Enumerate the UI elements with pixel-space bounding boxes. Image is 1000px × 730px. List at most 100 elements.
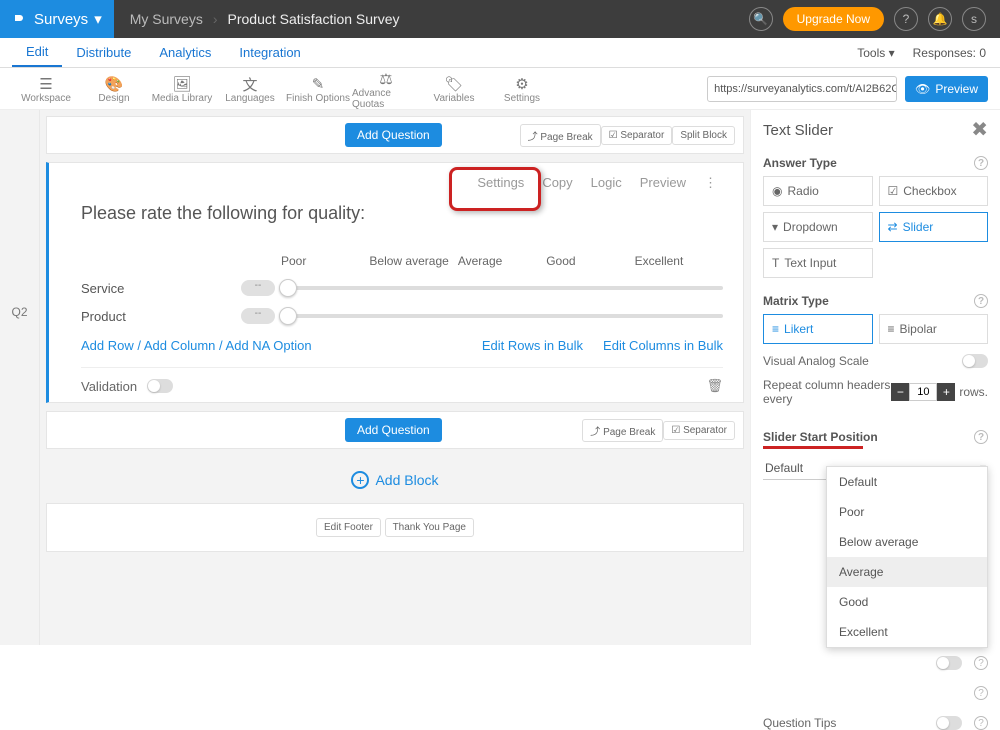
add-na-link[interactable]: Add NA Option xyxy=(226,338,312,353)
stepper-plus[interactable]: + xyxy=(937,383,955,401)
slider-track[interactable] xyxy=(281,286,723,290)
edit-rows-bulk-link[interactable]: Edit Rows in Bulk xyxy=(482,338,583,353)
answer-type-radio[interactable]: ◉ Radio xyxy=(763,176,873,206)
main-tabs: Edit Distribute Analytics Integration To… xyxy=(0,38,1000,68)
separator-button[interactable]: ☑ Separator xyxy=(601,126,673,145)
dropdown-option[interactable]: Excellent xyxy=(827,617,987,647)
toolbar-workspace[interactable]: ☰Workspace xyxy=(12,73,80,104)
toolbar-finish[interactable]: ✎Finish Options xyxy=(284,73,352,104)
dropdown-option[interactable]: Poor xyxy=(827,497,987,527)
matrix-type-bipolar[interactable]: ≡ Bipolar xyxy=(879,314,989,344)
question-block[interactable]: Settings Copy Logic Preview ⋮ Please rat… xyxy=(46,162,744,403)
add-row-link[interactable]: Add Row xyxy=(81,338,134,353)
add-question-button[interactable]: Add Question xyxy=(345,123,442,147)
dropdown-option[interactable]: Below average xyxy=(827,527,987,557)
dropdown-option[interactable]: Average xyxy=(827,557,987,587)
design-icon: 🎨 xyxy=(105,75,124,93)
survey-url-field[interactable]: https://surveyanalytics.com/t/AI2B62G✎ xyxy=(707,76,897,102)
tools-menu[interactable]: Tools ▾ xyxy=(857,46,894,60)
answer-type-slider[interactable]: ⇄ Slider xyxy=(879,212,989,242)
dropdown-option[interactable]: Good xyxy=(827,587,987,617)
matrix-row-label[interactable]: Service xyxy=(81,281,241,296)
chevron-down-icon: ▾ xyxy=(94,10,102,28)
search-icon[interactable]: 🔍 xyxy=(749,7,773,31)
question-settings-button[interactable]: Settings xyxy=(477,175,524,191)
panel-title: Text Slider xyxy=(763,122,833,139)
breadcrumb: My Surveys › Product Satisfaction Survey xyxy=(130,11,400,27)
toolbar-quotas[interactable]: ⚖Advance Quotas xyxy=(352,68,420,110)
split-block-button[interactable]: Split Block xyxy=(672,126,735,145)
question-text[interactable]: Please rate the following for quality: xyxy=(81,203,723,224)
tab-analytics[interactable]: Analytics xyxy=(145,38,225,67)
repeat-input[interactable] xyxy=(909,383,937,401)
slider-value-pill: -- xyxy=(241,308,275,324)
slider-thumb[interactable] xyxy=(279,279,297,297)
matrix-col-header[interactable]: Below average xyxy=(369,254,457,268)
edit-footer-button[interactable]: Edit Footer xyxy=(316,518,381,537)
question-logic-button[interactable]: Logic xyxy=(591,175,622,191)
stepper-minus[interactable]: − xyxy=(891,383,909,401)
separator-button[interactable]: ☑ Separator xyxy=(663,421,735,440)
more-icon[interactable]: ⋮ xyxy=(704,175,717,191)
dropdown-option[interactable]: Default xyxy=(827,467,987,497)
toolbar-design[interactable]: 🎨Design xyxy=(80,73,148,104)
answer-type-checkbox[interactable]: ☑ Checkbox xyxy=(879,176,989,206)
tab-edit[interactable]: Edit xyxy=(12,38,62,67)
matrix-col-header[interactable]: Excellent xyxy=(635,254,723,268)
question-copy-button[interactable]: Copy xyxy=(542,175,572,191)
tab-integration[interactable]: Integration xyxy=(225,38,314,67)
question-tips-toggle[interactable] xyxy=(936,716,962,730)
answer-type-dropdown[interactable]: ▾ Dropdown xyxy=(763,212,873,242)
toolbar-languages[interactable]: 文Languages xyxy=(216,73,284,104)
add-block-button[interactable]: +Add Block xyxy=(46,457,744,503)
add-column-link[interactable]: Add Column xyxy=(144,338,216,353)
vas-toggle[interactable] xyxy=(962,354,988,368)
avatar[interactable]: s xyxy=(962,7,986,31)
close-icon[interactable]: ✖ xyxy=(971,120,988,140)
matrix-col-header[interactable]: Good xyxy=(546,254,634,268)
upgrade-button[interactable]: Upgrade Now xyxy=(783,7,884,31)
slider-thumb[interactable] xyxy=(279,307,297,325)
help-icon[interactable]: ? xyxy=(894,7,918,31)
toolbar-settings[interactable]: ⚙Settings xyxy=(488,73,556,104)
toggle[interactable] xyxy=(936,656,962,670)
thank-you-button[interactable]: Thank You Page xyxy=(385,518,474,537)
language-icon: 文 xyxy=(242,75,257,93)
validation-toggle[interactable] xyxy=(147,379,173,393)
toolbar-media[interactable]: 🖼Media Library xyxy=(148,73,216,104)
tab-distribute[interactable]: Distribute xyxy=(62,38,145,67)
help-icon[interactable]: ? xyxy=(974,294,988,308)
page-break-button[interactable]: ⤴ Page Break xyxy=(520,124,601,147)
help-icon[interactable]: ? xyxy=(974,430,988,444)
toolbar-variables[interactable]: 🏷Variables xyxy=(420,73,488,104)
matrix-col-header[interactable]: Poor xyxy=(281,254,369,268)
matrix-grid: Poor Below average Average Good Excellen… xyxy=(81,254,723,324)
block-header: Add Question ⤴ Page Break ☑ Separator Sp… xyxy=(46,116,744,154)
page-break-button[interactable]: ⤴ Page Break xyxy=(582,419,663,442)
help-icon[interactable]: ? xyxy=(974,656,988,670)
block-footer: Add Question ⤴ Page Break ☑ Separator xyxy=(46,411,744,449)
dropdown-menu: Default Poor Below average Average Good … xyxy=(826,466,988,648)
brand-logo-icon xyxy=(12,12,26,26)
brand[interactable]: Surveys ▾ xyxy=(0,0,114,38)
edit-cols-bulk-link[interactable]: Edit Columns in Bulk xyxy=(603,338,723,353)
image-icon: 🖼 xyxy=(172,75,191,93)
tag-icon: 🏷 xyxy=(444,75,463,93)
gear-icon: ⚙ xyxy=(515,75,528,93)
question-preview-button[interactable]: Preview xyxy=(640,175,686,191)
slider-track[interactable] xyxy=(281,314,723,318)
bell-icon[interactable]: 🔔 xyxy=(928,7,952,31)
preview-button[interactable]: 👁Preview xyxy=(905,76,988,102)
trash-icon[interactable]: 🗑 xyxy=(706,378,723,394)
answer-type-text[interactable]: T Text Input xyxy=(763,248,873,278)
help-icon[interactable]: ? xyxy=(974,156,988,170)
question-number-gutter: Q2 xyxy=(0,110,40,645)
matrix-col-header[interactable]: Average xyxy=(458,254,546,268)
question-tips-label: Question Tips xyxy=(763,716,836,730)
matrix-row-label[interactable]: Product xyxy=(81,309,241,324)
add-question-button[interactable]: Add Question xyxy=(345,418,442,442)
breadcrumb-my-surveys[interactable]: My Surveys xyxy=(130,11,203,27)
help-icon[interactable]: ? xyxy=(974,716,988,730)
help-icon[interactable]: ? xyxy=(974,686,988,700)
matrix-type-likert[interactable]: ≡ Likert xyxy=(763,314,873,344)
